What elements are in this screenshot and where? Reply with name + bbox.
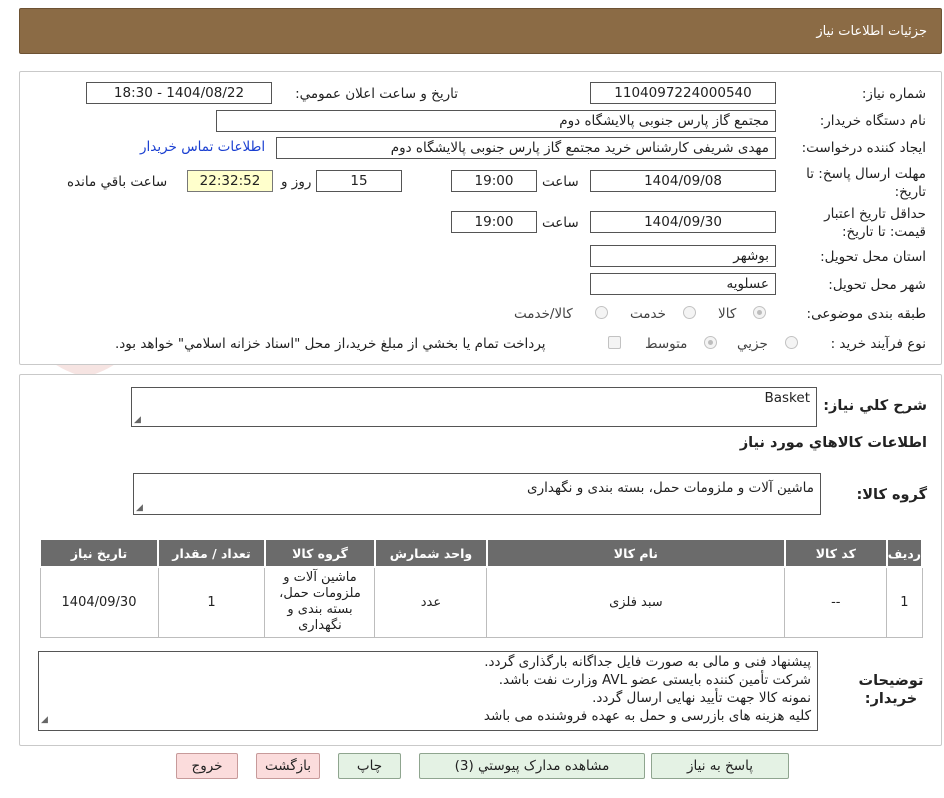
- cell-unit: عدد: [374, 566, 488, 638]
- back-button[interactable]: بازگشت: [256, 753, 320, 779]
- remaining-label: ساعت باقي مانده: [67, 174, 168, 190]
- days-label: روز و: [281, 174, 312, 190]
- time-left-field: 22:32:52: [187, 170, 273, 192]
- deadline-time-label: ساعت: [542, 174, 579, 190]
- category-option-goods-service: کالا/خدمت: [514, 306, 573, 322]
- need-number-field: 1104097224000540: [590, 82, 776, 104]
- buyer-note-line: نمونه کالا جهت تأیید نهایی ارسال گردد.: [592, 690, 811, 706]
- goods-table: رديف کد کالا نام کالا واحد شمارش گروه کا…: [38, 538, 924, 638]
- resize-grip-icon[interactable]: ◢: [41, 711, 48, 729]
- general-desc-textarea[interactable]: Basket ◢: [131, 387, 817, 427]
- buyer-notes-label: توضيحات خريدار:: [858, 673, 924, 707]
- general-desc-label: شرح كلي نياز:: [823, 398, 927, 414]
- delivery-province-field: بوشهر: [590, 245, 776, 267]
- purchase-radio-minor[interactable]: [785, 336, 798, 349]
- print-button[interactable]: چاپ: [338, 753, 401, 779]
- validity-time-field: 19:00: [451, 211, 537, 233]
- delivery-province-label: استان محل تحويل:: [820, 249, 926, 265]
- col-header-quantity: تعداد / مقدار: [157, 538, 266, 568]
- category-radio-goods[interactable]: [753, 306, 766, 319]
- validity-date-field: 1404/09/30: [590, 211, 776, 233]
- reply-button[interactable]: پاسخ به نياز: [651, 753, 789, 779]
- purchase-type-label: نوع فرآيند خريد :: [830, 336, 926, 352]
- col-header-unit: واحد شمارش: [373, 538, 488, 568]
- cell-quantity: 1: [157, 566, 266, 638]
- goods-group-textarea[interactable]: ماشین آلات و ملزومات حمل، بسته بندی و نگ…: [133, 473, 821, 515]
- resize-grip-icon[interactable]: ◢: [134, 415, 141, 425]
- announce-datetime-field: 1404/08/22 - 18:30: [86, 82, 272, 104]
- category-option-service: خدمت: [630, 306, 666, 322]
- exit-button[interactable]: خروج: [176, 753, 238, 779]
- table-header-row: رديف کد کالا نام کالا واحد شمارش گروه کا…: [38, 538, 924, 568]
- days-left-field: 15: [316, 170, 402, 192]
- deadline-time-field: 19:00: [451, 170, 537, 192]
- cell-row-number: 1: [886, 566, 923, 638]
- col-header-code: کد کالا: [783, 538, 888, 568]
- page-title: جزئیات اطلاعات نیاز: [816, 24, 927, 39]
- purchase-option-medium: متوسط: [645, 336, 688, 352]
- buyer-note-line: کلیه هزینه های بازرسی و حمل به عهده فروش…: [483, 708, 811, 724]
- announce-datetime-label: تاریخ و ساعت اعلان عمومي:: [295, 86, 458, 102]
- goods-info-title: اطلاعات كالاهاي مورد نياز: [739, 435, 927, 451]
- deadline-label: مهلت ارسال پاسخ: تا تاریخ:: [806, 166, 926, 200]
- purchase-radio-medium[interactable]: [704, 336, 717, 349]
- table-row: 1 -- سبد فلزی عدد ماشین آلات و ملزومات ح…: [39, 566, 923, 638]
- col-header-name: نام کالا: [485, 538, 786, 568]
- buyer-note-line: شرکت تأمین کننده بایستی عضو AVL وزارت نف…: [498, 672, 811, 688]
- cell-group: ماشین آلات و ملزومات حمل، بسته بندی و نگ…: [264, 566, 376, 638]
- requester-label: ايجاد کننده درخواست:: [801, 140, 926, 156]
- col-header-need-date: تاريخ نياز: [38, 538, 160, 568]
- cell-need-date: 1404/09/30: [39, 566, 159, 638]
- treasury-checkbox[interactable]: [608, 336, 621, 349]
- requester-field: مهدی شریفی کارشناس خرید مجتمع گاز پارس ج…: [276, 137, 776, 159]
- purchase-option-minor: جزيي: [737, 336, 768, 352]
- goods-group-label: گروه کالا:: [856, 487, 927, 503]
- resize-grip-icon[interactable]: ◢: [136, 503, 143, 513]
- goods-group-text: ماشین آلات و ملزومات حمل، بسته بندی و نگ…: [527, 480, 814, 496]
- page-header: جزئیات اطلاعات نیاز: [19, 8, 942, 54]
- purchase-note: پرداخت تمام يا بخشي از مبلغ خريد،از محل …: [115, 336, 546, 352]
- cell-code: --: [784, 566, 888, 638]
- delivery-city-label: شهر محل تحويل:: [828, 277, 926, 293]
- col-header-row-number: رديف: [885, 538, 924, 568]
- category-radio-service[interactable]: [683, 306, 696, 319]
- category-label: طبقه بندی موضوعی:: [806, 306, 926, 322]
- buyer-note-line: پیشنهاد فنی و مالی به صورت فایل جداگانه …: [484, 654, 811, 670]
- need-number-label: شماره نیاز:: [861, 86, 926, 102]
- category-radio-goods-service[interactable]: [595, 306, 608, 319]
- buyer-org-label: نام دستگاه خريدار:: [819, 113, 926, 129]
- attachments-button[interactable]: مشاهده مدارک پيوستي (3): [419, 753, 645, 779]
- validity-time-label: ساعت: [542, 215, 579, 231]
- col-header-group: گروه کالا: [263, 538, 376, 568]
- general-desc-text: Basket: [764, 390, 810, 406]
- deadline-date-field: 1404/09/08: [590, 170, 776, 192]
- category-option-goods: کالا: [718, 306, 737, 322]
- buyer-notes-textarea[interactable]: پیشنهاد فنی و مالی به صورت فایل جداگانه …: [38, 651, 818, 731]
- buyer-contact-link[interactable]: اطلاعات تماس خريدار: [140, 139, 265, 155]
- buyer-org-field: مجتمع گاز پارس جنوبی پالایشگاه دوم: [216, 110, 776, 132]
- delivery-city-field: عسلويه: [590, 273, 776, 295]
- price-validity-label: حداقل تاريخ اعتبار قيمت: تا تاريخ:: [824, 206, 926, 240]
- cell-name: سبد فلزی: [486, 566, 786, 638]
